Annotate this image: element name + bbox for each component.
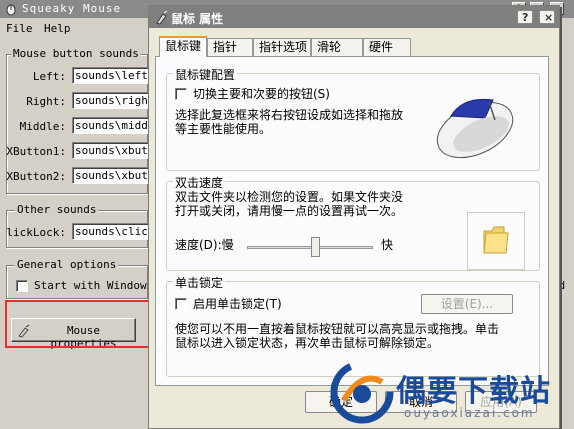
swap-buttons-label: 切换主要和次要的按钮(S) — [193, 87, 330, 101]
watermark-url: ouyaoxiazai.com — [404, 406, 535, 420]
button-config-title: 鼠标键配置 — [173, 66, 238, 83]
mouse-image-icon — [436, 98, 514, 159]
clicklock-desc-line2: 鼠标以进入锁定状态，再次单击鼠标可解除锁定。 — [175, 336, 440, 350]
squeaky-title: Squeaky Mouse — [22, 2, 122, 15]
clicklock-settings-button[interactable]: 设置(E)... — [421, 294, 513, 314]
swap-buttons-checkbox[interactable] — [175, 88, 187, 100]
left-label: Left: — [32, 70, 66, 83]
right-sound-field[interactable]: sounds\right.wav — [72, 92, 152, 109]
other-sounds-title: Other sounds — [15, 203, 99, 216]
watermark-logo-icon — [330, 360, 394, 424]
watermark: 偶要下载站 ouyaoxiazai.com — [330, 360, 570, 424]
close-x-icon: × — [544, 11, 554, 24]
menu-file[interactable]: File — [6, 22, 33, 35]
dialog-close-button[interactable]: × — [539, 10, 555, 24]
speed-fast-label: 快 — [381, 238, 394, 252]
tab-buttons[interactable]: 鼠标键 — [159, 36, 207, 57]
tab-pointer-options[interactable]: 指针选项 — [253, 38, 311, 56]
start-with-windows-label: Start with Windows — [34, 279, 154, 292]
highlight-box — [5, 300, 150, 348]
swap-desc-line1: 选择此复选框来将右按钮设成如选择和拖放 — [175, 108, 404, 122]
tab-wheel[interactable]: 滑轮 — [311, 38, 363, 56]
middle-label: Middle: — [19, 120, 66, 133]
clicklock-sound-field[interactable]: sounds\clicklock.wav — [72, 223, 152, 240]
menu-help[interactable]: Help — [44, 22, 71, 35]
dblclick-desc-line2: 打开或关闭，请用慢一点的设置再试一次。 — [175, 204, 404, 218]
folder-icon — [483, 226, 509, 254]
right-label: Right: — [26, 95, 66, 108]
dblclick-desc-line1: 双击文件夹以检测您的设置。如果文件夹没 — [175, 190, 404, 204]
xbutton1-sound-field[interactable]: sounds\xbutton1.wav — [72, 142, 152, 159]
test-folder-area[interactable] — [467, 212, 525, 270]
help-question-icon: ? — [522, 11, 529, 24]
mouse-dialog-icon — [156, 10, 168, 25]
speed-slider[interactable] — [247, 237, 373, 259]
tab-pointers[interactable]: 指针 — [207, 38, 253, 56]
start-with-windows-checkbox[interactable] — [16, 280, 28, 292]
clicklock-label: lickLock: — [6, 226, 66, 239]
enable-clicklock-label: 启用单击锁定(T) — [193, 297, 282, 311]
slider-thumb[interactable] — [311, 237, 320, 257]
clicklock-desc-line1: 使您可以不用一直按着鼠标按钮就可以高亮显示或拖拽。单击 — [175, 322, 500, 336]
slider-track — [247, 246, 373, 249]
xbutton2-label: XButton2: — [6, 170, 66, 183]
tab-hardware[interactable]: 硬件 — [363, 38, 411, 56]
xbutton1-label: XButton1: — [6, 145, 66, 158]
clicklock-title: 单击锁定 — [173, 274, 226, 291]
mouse-app-icon — [6, 4, 16, 16]
speed-label: 速度(D):慢 — [175, 238, 234, 252]
dialog-title: 鼠标 属性 — [171, 12, 224, 26]
double-click-section: 双击速度 双击文件夹以检测您的设置。如果文件夹没 打开或关闭，请用慢一点的设置再… — [166, 174, 540, 271]
help-question-button[interactable]: ? — [517, 10, 533, 24]
middle-sound-field[interactable]: sounds\middle.wav — [72, 117, 152, 134]
mouse-button-sounds-title: Mouse button sounds — [11, 47, 141, 60]
watermark-title: 偶要下载站 — [396, 374, 551, 409]
dialog-title-bar[interactable]: 鼠标 属性 ? × — [149, 6, 559, 28]
tab-panel: 鼠标键配置 切换主要和次要的按钮(S) 选择此复选框来将右按钮设成如选择和拖放 … — [155, 56, 549, 386]
xbutton2-sound-field[interactable]: sounds\xbutton2.wav — [72, 167, 152, 184]
left-sound-field[interactable]: sounds\left.wav — [72, 67, 152, 84]
swap-desc-line2: 等主要性能使用。 — [175, 122, 272, 136]
double-click-title: 双击速度 — [173, 174, 226, 191]
general-options-title: General options — [15, 258, 119, 271]
enable-clicklock-checkbox[interactable] — [175, 298, 187, 310]
button-config-section: 鼠标键配置 切换主要和次要的按钮(S) 选择此复选框来将右按钮设成如选择和拖放 … — [166, 66, 540, 171]
